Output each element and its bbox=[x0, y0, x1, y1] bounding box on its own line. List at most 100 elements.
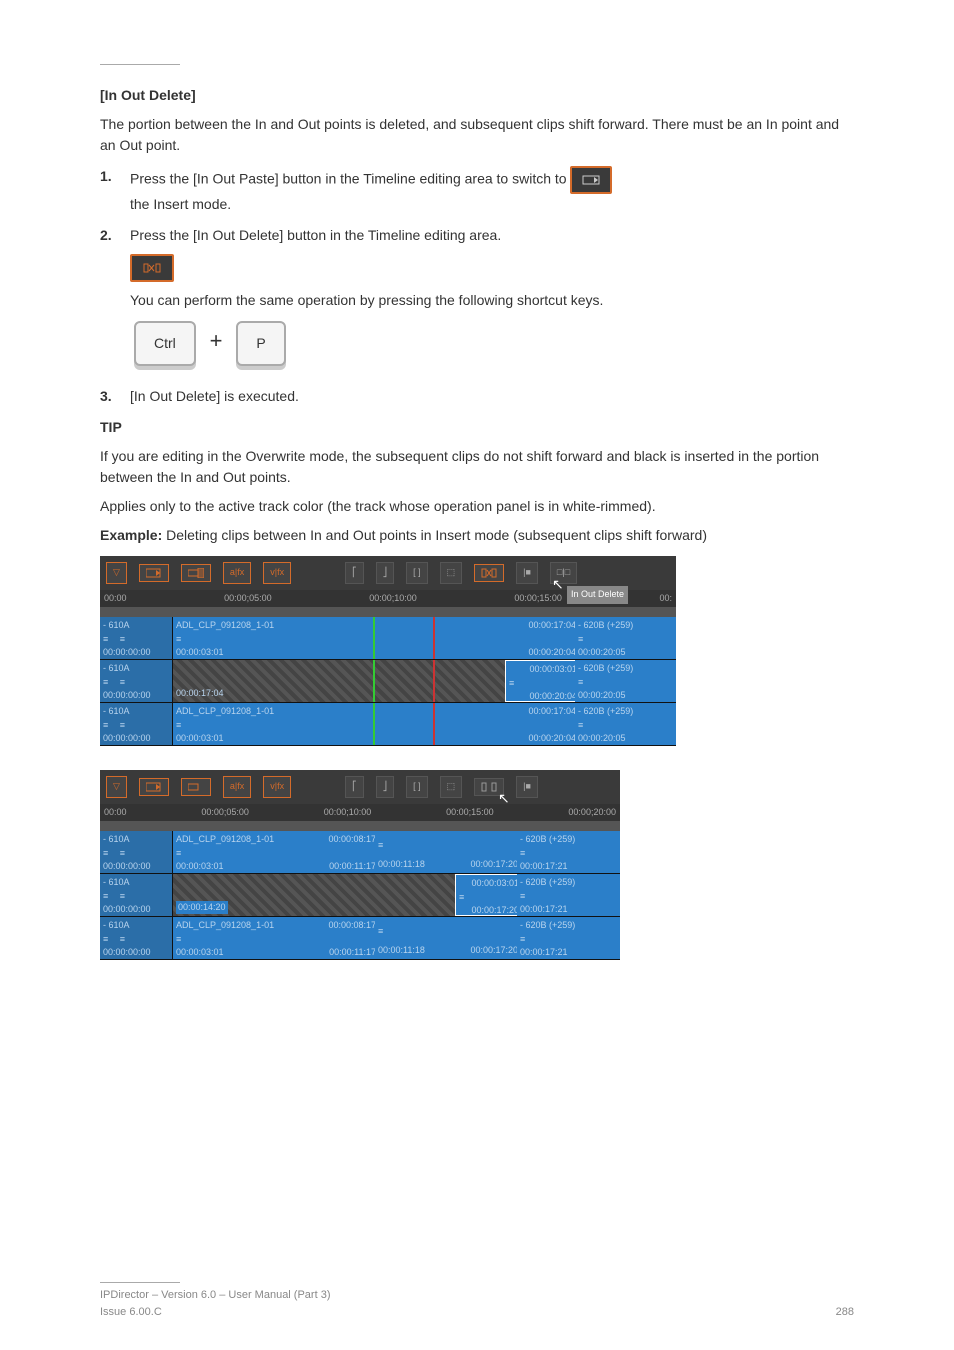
footer-left: IPDirector – Version 6.0 – User Manual (… bbox=[100, 1287, 330, 1304]
step-2-number: 2. bbox=[100, 225, 118, 376]
clip-out: 00:00:20:04 bbox=[528, 732, 576, 745]
in-out-paste-icon bbox=[570, 166, 612, 194]
clip-tc: 00:00:11:18 bbox=[378, 858, 425, 872]
footer-page: 288 bbox=[836, 1304, 854, 1321]
in-marker bbox=[373, 617, 375, 659]
clip-name: - 620B (+259) bbox=[578, 705, 673, 719]
step-1-number: 1. bbox=[100, 166, 118, 215]
tool-cut-icon[interactable]: |■ bbox=[516, 562, 538, 584]
after-track-header[interactable]: - 610A ≡ ≡ 00:00:00:00 bbox=[100, 831, 173, 873]
clip-tc: 00:00:20:05 bbox=[578, 732, 673, 745]
clip-gap[interactable]: ≡ 00:00:11:1800:00:17:20 bbox=[375, 917, 521, 959]
track-name: - 610A bbox=[103, 833, 169, 847]
clip-overlay[interactable]: 00:00:03:01 ≡ 00:00:17:20 bbox=[455, 874, 523, 916]
ruler-t1: 00:00;05:00 bbox=[224, 592, 272, 606]
clip-stripe[interactable]: 00:00:14:20 bbox=[173, 874, 459, 916]
tool-expand-icon[interactable]: ▽ bbox=[106, 776, 127, 798]
tool-vfx-icon[interactable]: v|fx bbox=[263, 776, 291, 798]
clip-tc: 00:00:17:21 bbox=[520, 860, 617, 873]
track-name: - 610A bbox=[103, 919, 169, 933]
out-marker bbox=[433, 703, 435, 745]
tool-brackets-icon[interactable]: [ ] bbox=[406, 562, 428, 584]
clip-gap[interactable]: ≡ 00:00:11:1800:00:17:20 bbox=[375, 831, 521, 873]
clip-name: ADL_CLP_091208_1-01 bbox=[176, 619, 274, 633]
plus-sign: + bbox=[210, 328, 223, 353]
timeline-after-toolbar: ▽ a|fx v|fx ⎡ ⎦ [ ] ⬚ |■ ↖ bbox=[100, 770, 620, 804]
clip-main[interactable]: ADL_CLP_091208_1-0100:00:17:04 ≡ 00:00:0… bbox=[173, 617, 579, 659]
cursor-icon: ↖ bbox=[552, 574, 564, 595]
handle-icon: ≡ bbox=[120, 634, 124, 644]
ruler-t: 00:00;20:00 bbox=[568, 806, 616, 820]
tool-delete-icon[interactable] bbox=[474, 564, 504, 582]
after-track-header[interactable]: - 610A ≡ ≡ 00:00:00:00 bbox=[100, 874, 173, 916]
tool-markin-icon[interactable]: ⎡ bbox=[345, 776, 364, 798]
clip-tc: 00:00:20:05 bbox=[578, 689, 673, 702]
tool-dashed-icon[interactable]: ⬚ bbox=[440, 562, 463, 584]
after-track-1: - 610A ≡ ≡ 00:00:00:00 ADL_CLP_091208_1-… bbox=[100, 831, 620, 874]
clip-b[interactable]: - 620B (+259) ≡ 00:00:20:05 bbox=[575, 617, 676, 659]
clip-name: ADL_CLP_091208_1-01 bbox=[176, 919, 274, 933]
tip-label: TIP bbox=[100, 419, 122, 435]
top-rule bbox=[100, 64, 180, 65]
tool-brackets-icon[interactable]: [ ] bbox=[406, 776, 428, 798]
tip-text: If you are editing in the Overwrite mode… bbox=[100, 446, 854, 488]
out-marker bbox=[433, 617, 435, 659]
in-out-delete-icon bbox=[130, 254, 174, 282]
track-name: - 610A bbox=[103, 662, 169, 676]
clip-b[interactable]: - 620B (+259)≡ 00:00:17:21 bbox=[517, 874, 620, 916]
clip-tc: 00:00:20:04 bbox=[509, 690, 577, 702]
ruler-t2: 00:00;10:00 bbox=[369, 592, 417, 606]
clip-tc: 00:00:17:20 bbox=[470, 944, 518, 958]
clip-tc: 00:00:08:17 bbox=[328, 919, 376, 933]
track-1: - 610A ≡ ≡ 00:00:00:00 ADL_CLP_091208_1-… bbox=[100, 617, 676, 660]
clip-end: 00:00:17:04 bbox=[528, 619, 576, 633]
timeline-after: ▽ a|fx v|fx ⎡ ⎦ [ ] ⬚ |■ ↖ 00:00 00:00;0… bbox=[100, 770, 620, 960]
footer: IPDirector – Version 6.0 – User Manual (… bbox=[100, 1278, 854, 1320]
tool-dashed-icon[interactable]: ⬚ bbox=[440, 776, 463, 798]
step-3: 3. [In Out Delete] is executed. bbox=[100, 386, 854, 407]
tool-afx-icon[interactable]: a|fx bbox=[223, 776, 251, 798]
clip-b[interactable]: - 620B (+259)≡ 00:00:17:21 bbox=[517, 831, 620, 873]
tool-vfx-icon[interactable]: v|fx bbox=[263, 562, 291, 584]
clip-tc: 00:00:17:04 bbox=[176, 687, 224, 701]
tool-afx-icon[interactable]: a|fx bbox=[223, 562, 251, 584]
track-2-header[interactable]: - 610A ≡ ≡ 00:00:00:00 bbox=[100, 660, 173, 702]
after-track-3: - 610A ≡ ≡ 00:00:00:00 ADL_CLP_091208_1-… bbox=[100, 917, 620, 960]
clip-tc: 00:00:03:01 bbox=[509, 663, 577, 677]
clip-b[interactable]: - 620B (+259)≡ 00:00:20:05 bbox=[575, 703, 676, 745]
clip-b[interactable]: - 620B (+259)≡ 00:00:20:05 bbox=[575, 660, 676, 702]
tool-insert-icon[interactable] bbox=[139, 564, 169, 582]
clip-tc: 00:00:03:01 bbox=[459, 877, 519, 891]
ruler-t: 00:00 bbox=[104, 806, 127, 820]
tool-overwrite-icon[interactable] bbox=[181, 778, 211, 796]
track-tc: 00:00:00:00 bbox=[103, 646, 169, 660]
intro-text: The portion between the In and Out point… bbox=[100, 114, 854, 156]
tool-markout-icon[interactable]: ⎦ bbox=[376, 562, 395, 584]
tool-markin-icon[interactable]: ⎡ bbox=[345, 562, 364, 584]
clip-a[interactable]: ADL_CLP_091208_1-0100:00:08:17 ≡ 00:00:0… bbox=[173, 831, 379, 873]
clip-name: ADL_CLP_091208_1-01 bbox=[176, 833, 274, 847]
clip-main[interactable]: ADL_CLP_091208_1-0100:00:17:04 ≡ 00:00:0… bbox=[173, 703, 579, 745]
track-3-header[interactable]: - 610A ≡ ≡ 00:00:00:00 bbox=[100, 703, 173, 745]
clip-stripe[interactable]: 00:00:17:04 bbox=[173, 660, 509, 702]
track-1-header[interactable]: - 610A ≡ ≡ 00:00:00:00 bbox=[100, 617, 173, 659]
ruler-end: 00: bbox=[659, 592, 672, 606]
tooltip-label: In Out Delete bbox=[567, 586, 628, 604]
clip-b[interactable]: - 620B (+259)≡ 00:00:17:21 bbox=[517, 917, 620, 959]
clip-b-name: - 620B (+259) bbox=[578, 619, 673, 633]
after-track-header[interactable]: - 610A ≡ ≡ 00:00:00:00 bbox=[100, 917, 173, 959]
tool-insert-icon[interactable] bbox=[139, 778, 169, 796]
ruler-t: 00:00;15:00 bbox=[446, 806, 494, 820]
track-tc: 00:00:00:00 bbox=[103, 732, 169, 746]
tool-markout-icon[interactable]: ⎦ bbox=[376, 776, 395, 798]
ruler-after: 00:00 00:00;05:00 00:00;10:00 00:00;15:0… bbox=[100, 804, 620, 824]
clip-overlay[interactable]: 00:00:03:01 ≡ 00:00:20:04 bbox=[505, 660, 581, 702]
tool-overwrite-icon[interactable] bbox=[181, 564, 211, 582]
cursor-icon: ↖ bbox=[498, 788, 510, 809]
tool-cut-icon[interactable]: |■ bbox=[516, 776, 538, 798]
tool-expand-icon[interactable]: ▽ bbox=[106, 562, 127, 584]
clip-a[interactable]: ADL_CLP_091208_1-0100:00:08:17 ≡ 00:00:0… bbox=[173, 917, 379, 959]
ruler-t0: 00:00 bbox=[104, 592, 127, 606]
tip: TIP bbox=[100, 417, 854, 438]
clip-out: 00:00:20:04 bbox=[528, 646, 576, 659]
